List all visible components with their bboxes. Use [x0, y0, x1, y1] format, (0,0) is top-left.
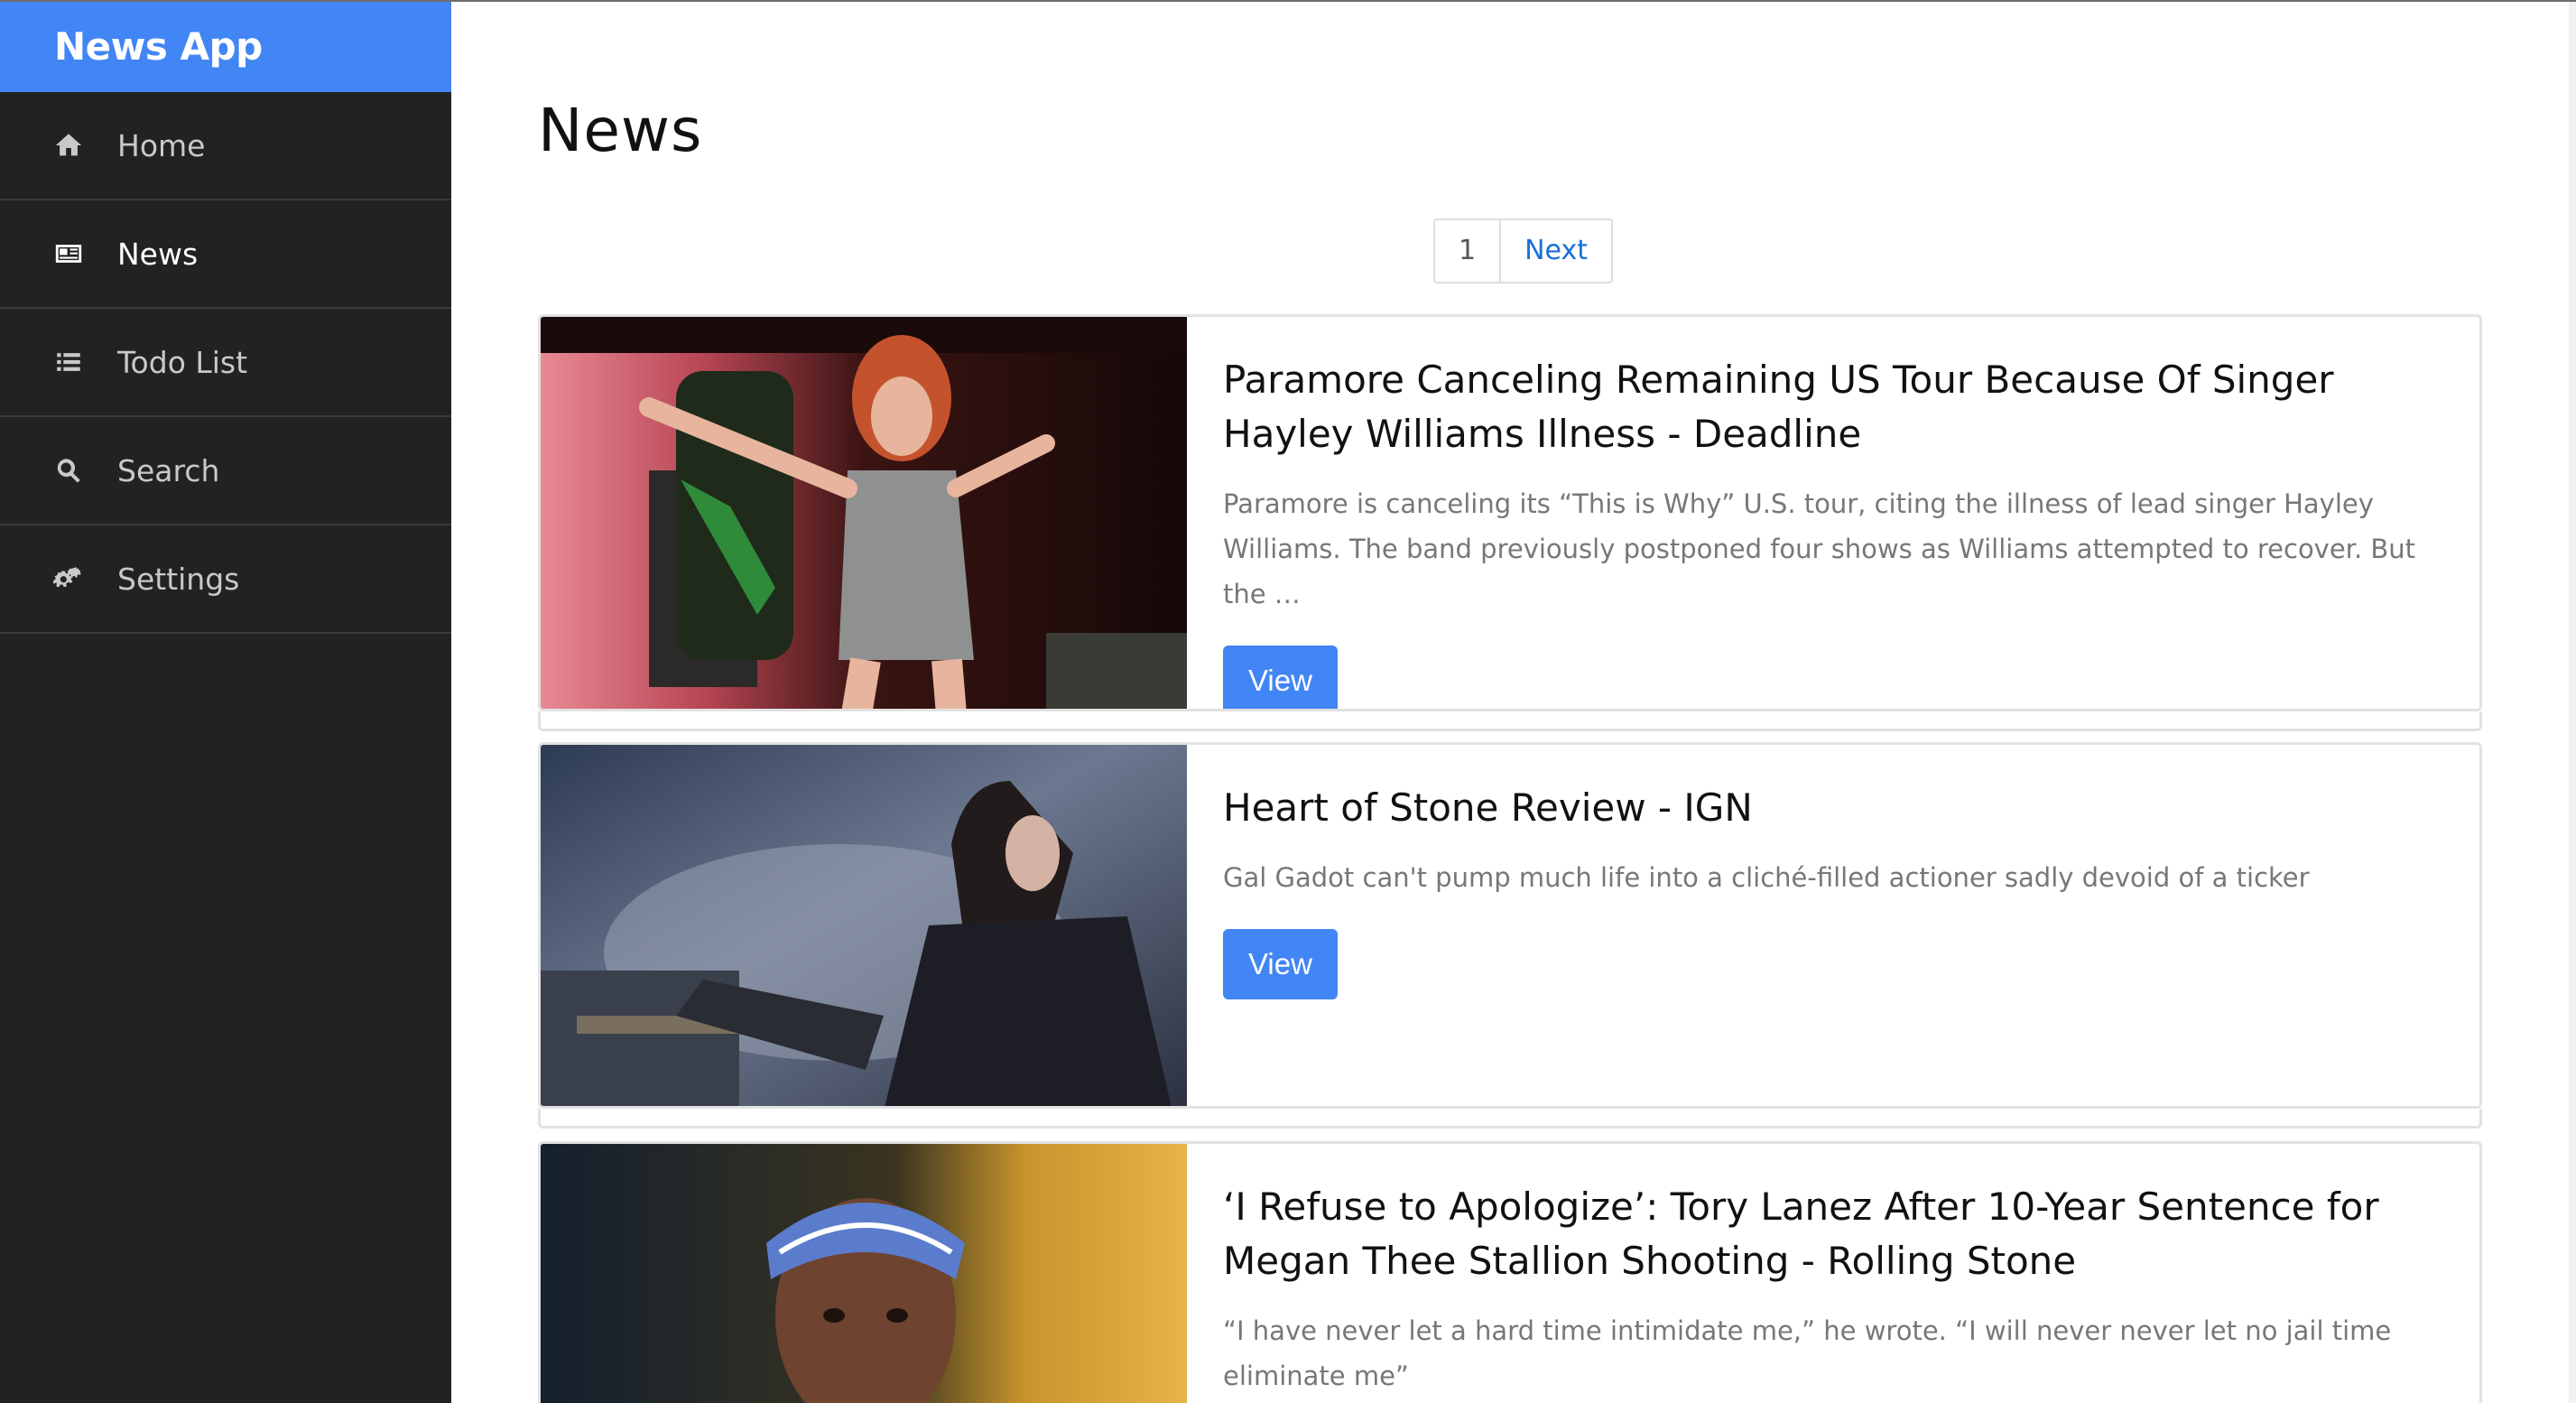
article-body: Paramore Canceling Remaining US Tour Bec… [1187, 317, 2479, 709]
article-title[interactable]: ‘I Refuse to Apologize’: Tory Lanez Afte… [1223, 1180, 2443, 1288]
article-image [541, 1144, 1187, 1403]
app-window: News App Home News Todo List Search Sett… [0, 0, 2576, 1403]
card-footer-divider [538, 711, 2482, 731]
sidebar-item-home[interactable]: Home [0, 92, 451, 200]
home-icon [51, 127, 87, 163]
app-brand[interactable]: News App [0, 2, 451, 92]
article-card: Heart of Stone Review - IGN Gal Gadot ca… [538, 742, 2482, 1109]
sidebar-item-news[interactable]: News [0, 200, 451, 309]
view-article-button[interactable]: View [1223, 929, 1338, 999]
article-image [541, 317, 1187, 709]
list-icon [51, 344, 87, 380]
next-page-button[interactable]: Next [1499, 220, 1611, 282]
article-image [541, 745, 1187, 1106]
article-description: Paramore is canceling its “This is Why” … [1223, 488, 2416, 609]
sidebar-item-settings[interactable]: Settings [0, 525, 451, 634]
sidebar-item-label: News [117, 236, 199, 272]
page-title: News [538, 96, 703, 165]
article-body: ‘I Refuse to Apologize’: Tory Lanez Afte… [1187, 1144, 2479, 1403]
article-card: ‘I Refuse to Apologize’: Tory Lanez Afte… [538, 1141, 2482, 1403]
gears-icon [51, 561, 87, 597]
article-title[interactable]: Paramore Canceling Remaining US Tour Bec… [1223, 353, 2443, 461]
sidebar-item-label: Home [117, 127, 206, 163]
sidebar-item-label: Todo List [117, 344, 248, 380]
card-footer-divider [538, 1109, 2482, 1129]
page-1-button[interactable]: 1 [1435, 220, 1499, 282]
sidebar-item-label: Search [117, 452, 220, 488]
page-scrollbar[interactable] [2569, 2, 2576, 1403]
view-article-button[interactable]: View [1223, 646, 1338, 709]
search-icon [51, 452, 87, 488]
article-description: “I have never let a hard time intimidate… [1223, 1315, 2392, 1391]
sidebar: News App Home News Todo List Search Sett… [0, 2, 451, 1403]
article-description: Gal Gadot can't pump much life into a cl… [1223, 862, 2310, 893]
pagination: 1 Next [1433, 218, 1613, 283]
sidebar-item-search[interactable]: Search [0, 417, 451, 525]
article-card: Paramore Canceling Remaining US Tour Bec… [538, 314, 2482, 711]
article-title[interactable]: Heart of Stone Review - IGN [1223, 781, 2443, 835]
sidebar-item-todo-list[interactable]: Todo List [0, 309, 451, 417]
main-content: News 1 Next Paramore Canceling Remaining… [451, 2, 2576, 1403]
article-body: Heart of Stone Review - IGN Gal Gadot ca… [1187, 745, 2479, 1106]
sidebar-item-label: Settings [117, 561, 240, 597]
newspaper-icon [51, 236, 87, 272]
